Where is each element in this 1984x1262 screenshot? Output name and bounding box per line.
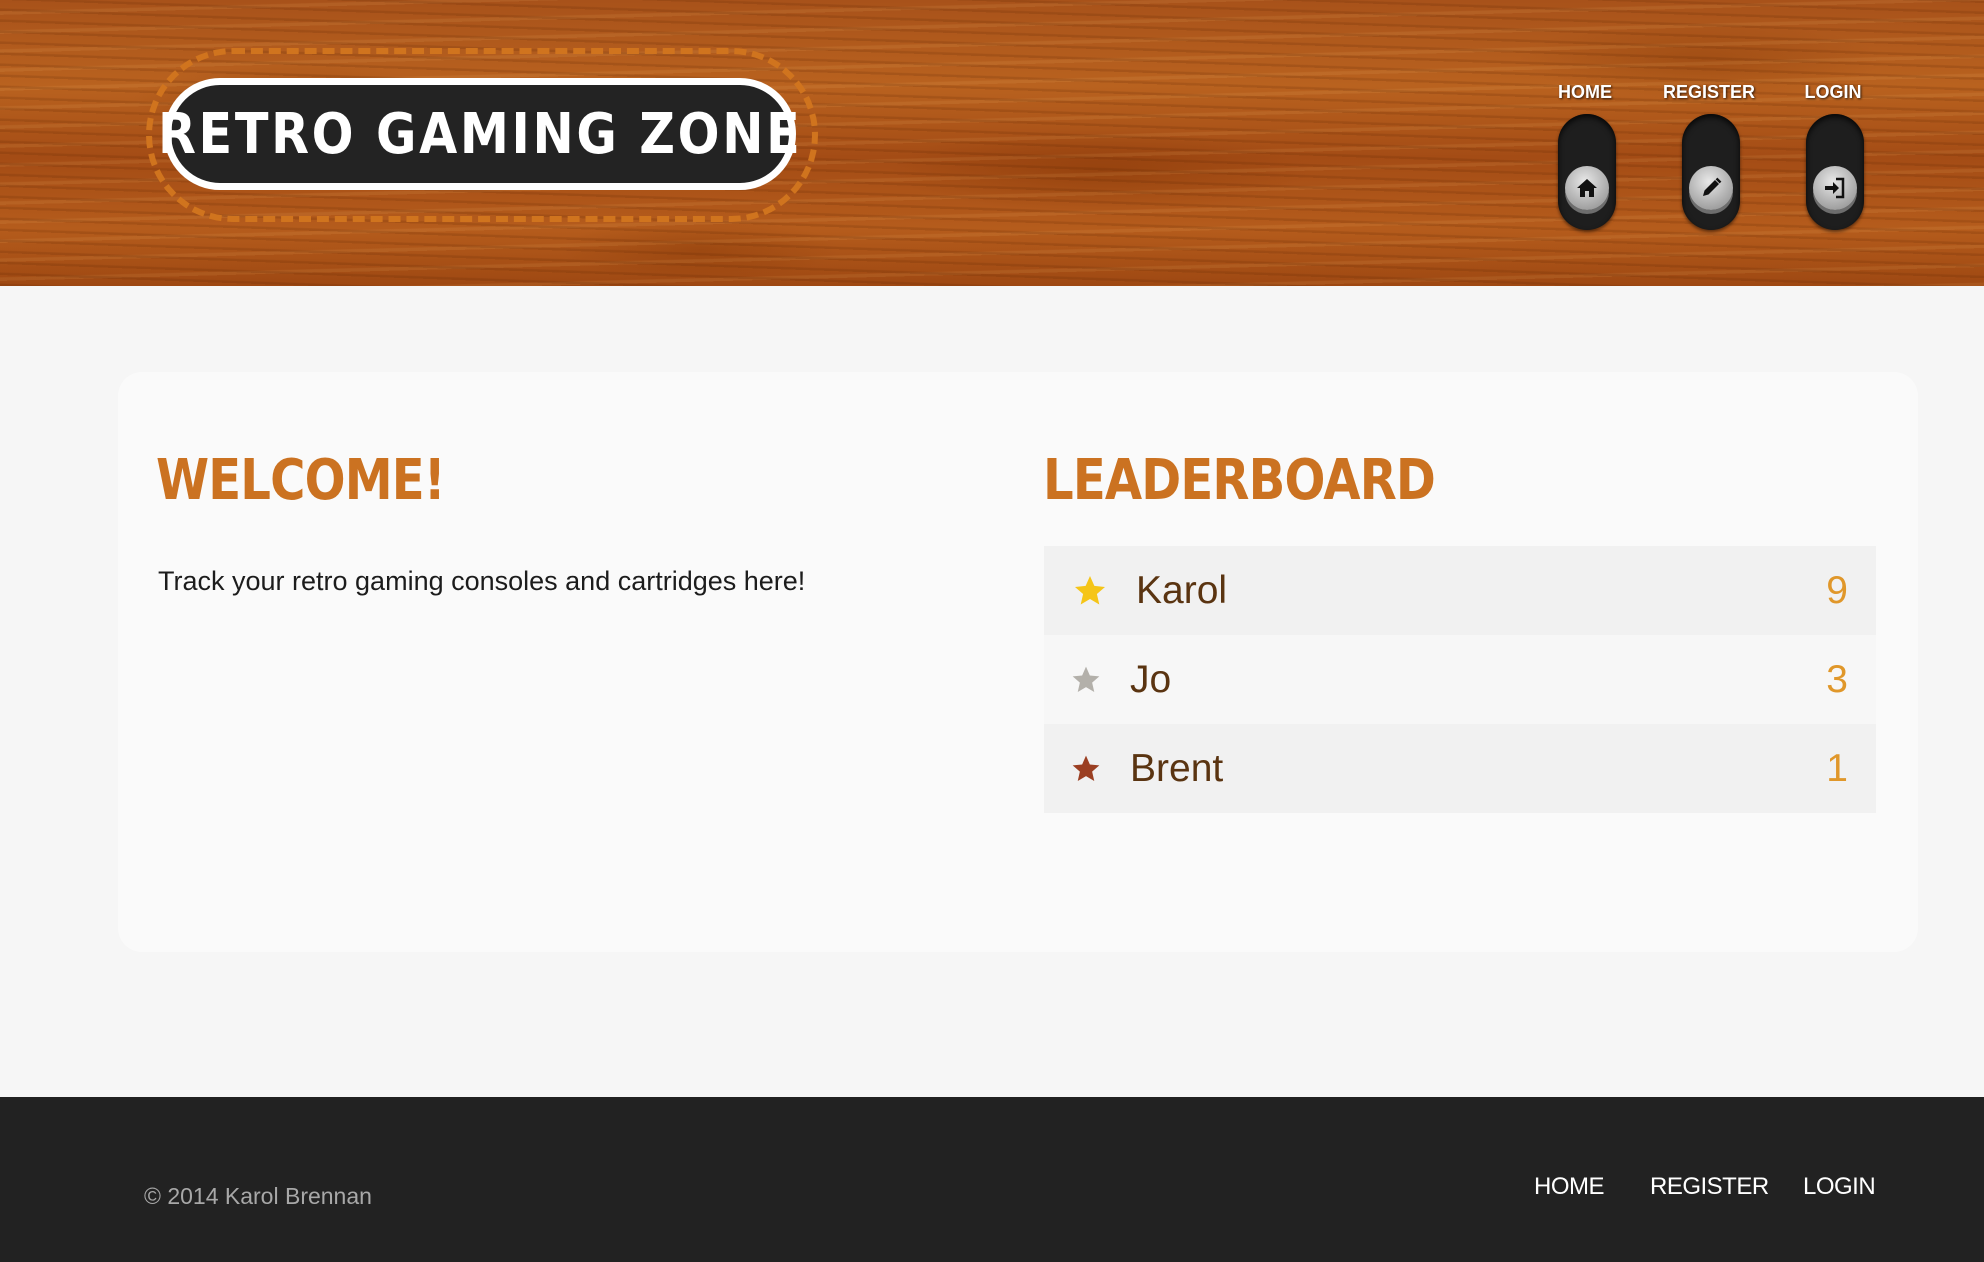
player-score: 1 bbox=[1826, 746, 1848, 790]
footer-nav-login[interactable]: LOGIN bbox=[1803, 1173, 1876, 1201]
leaderboard-list: Karol 9 Jo 3 Brent 1 bbox=[1044, 546, 1876, 813]
leaderboard-row: Karol 9 bbox=[1044, 546, 1876, 635]
bronze-star-icon bbox=[1072, 755, 1100, 781]
gold-star-icon bbox=[1075, 575, 1105, 604]
header-nav-login[interactable]: LOGIN bbox=[1778, 82, 1888, 232]
player-name: Karol bbox=[1136, 568, 1228, 612]
site-footer: © 2014 Karol Brennan HOME REGISTER LOGIN bbox=[0, 1097, 1984, 1262]
logo-text: RETRO GAMING ZONE bbox=[157, 101, 803, 167]
footer-nav-home[interactable]: HOME bbox=[1534, 1173, 1605, 1201]
footer-nav-register[interactable]: REGISTER bbox=[1650, 1173, 1769, 1201]
player-score: 9 bbox=[1826, 568, 1848, 612]
leaderboard-row: Jo 3 bbox=[1044, 635, 1876, 724]
toggle-switch[interactable] bbox=[1806, 114, 1864, 230]
player-score: 3 bbox=[1826, 657, 1848, 701]
player-name: Jo bbox=[1130, 657, 1172, 701]
toggle-switch[interactable] bbox=[1682, 114, 1740, 230]
player-name: Brent bbox=[1130, 746, 1224, 790]
header-nav-home[interactable]: HOME bbox=[1530, 82, 1640, 232]
leaderboard-row: Brent 1 bbox=[1044, 724, 1876, 813]
silver-star-icon bbox=[1072, 666, 1100, 692]
header-nav-home-label: HOME bbox=[1558, 82, 1612, 102]
welcome-text: Track your retro gaming consoles and car… bbox=[158, 566, 806, 596]
pencil-icon bbox=[1689, 166, 1733, 210]
leaderboard-heading: LEADERBOARD bbox=[1043, 448, 1436, 513]
welcome-heading: WELCOME! bbox=[156, 448, 446, 513]
toggle-switch[interactable] bbox=[1558, 114, 1616, 230]
copyright-text: © 2014 Karol Brennan bbox=[144, 1183, 372, 1209]
header-nav-login-label: LOGIN bbox=[1804, 82, 1862, 102]
home-icon bbox=[1565, 166, 1609, 210]
site-logo[interactable]: RETRO GAMING ZONE bbox=[158, 78, 800, 190]
login-icon bbox=[1813, 166, 1857, 210]
header-nav-register-label: REGISTER bbox=[1662, 82, 1755, 102]
header-nav-register[interactable]: REGISTER bbox=[1654, 82, 1764, 232]
site-header: RETRO GAMING ZONE HOME REGISTER LOGIN bbox=[0, 0, 1984, 286]
